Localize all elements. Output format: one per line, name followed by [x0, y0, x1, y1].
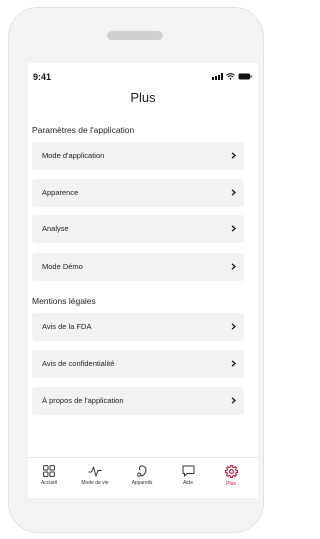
chevron-right-icon	[231, 152, 236, 159]
section-title-app-settings: Paramètres de l'application	[32, 125, 135, 135]
chat-bubble-icon	[182, 465, 195, 477]
menu-item-about-app[interactable]: À propos de l'application	[32, 387, 244, 415]
menu-item-analytics[interactable]: Analyse	[32, 215, 244, 243]
hearing-aid-icon	[136, 465, 148, 477]
menu-item-label: À propos de l'application	[42, 396, 124, 405]
section-title-legal: Mentions légales	[32, 296, 96, 306]
menu-item-privacy-notice[interactable]: Avis de confidentialité	[32, 350, 244, 378]
menu-item-label: Avis de la FDA	[42, 322, 92, 331]
status-icons	[212, 73, 252, 80]
menu-item-label: Analyse	[42, 224, 69, 233]
chevron-right-icon	[231, 323, 236, 330]
menu-item-label: Mode Démo	[42, 262, 83, 271]
menu-item-label: Avis de confidentialité	[42, 359, 115, 368]
tab-lifestyle[interactable]: Mode de vie	[75, 465, 115, 486]
wifi-icon	[226, 73, 235, 80]
menu-item-app-mode[interactable]: Mode d'application	[32, 142, 244, 170]
signal-icon	[212, 73, 223, 80]
chevron-right-icon	[231, 189, 236, 196]
battery-icon	[238, 73, 252, 80]
tab-devices[interactable]: Appareils	[122, 465, 162, 486]
chevron-right-icon	[231, 225, 236, 232]
tab-label: Plus	[226, 481, 236, 487]
activity-icon	[88, 465, 102, 477]
menu-item-fda-notice[interactable]: Avis de la FDA	[32, 313, 244, 341]
chevron-right-icon	[231, 360, 236, 367]
tab-label: Accueil	[40, 480, 58, 486]
tab-label: Mode de vie	[81, 480, 109, 486]
gear-icon	[224, 465, 238, 478]
status-bar: 9:41	[28, 63, 258, 83]
tab-home[interactable]: Accueil	[29, 465, 69, 486]
grid-icon	[43, 465, 55, 477]
tab-label: Aide	[182, 480, 193, 486]
tab-label: Appareils	[131, 480, 153, 486]
menu-item-label: Apparence	[42, 188, 79, 197]
menu-item-label: Mode d'application	[42, 151, 105, 160]
menu-item-appearance[interactable]: Apparence	[32, 179, 244, 207]
menu-item-demo-mode[interactable]: Mode Démo	[32, 253, 244, 281]
tab-help[interactable]: Aide	[168, 465, 208, 486]
tab-bar: Accueil Mode de vie Appareils Aide Plus	[28, 457, 258, 498]
phone-speaker	[107, 31, 163, 40]
page-title: Plus	[130, 90, 156, 105]
app-screen: 9:41 Plus Paramètres de l'application Mo…	[28, 63, 258, 498]
chevron-right-icon	[231, 397, 236, 404]
chevron-right-icon	[231, 263, 236, 270]
status-time: 9:41	[33, 72, 52, 82]
tab-more[interactable]: Plus	[211, 465, 251, 487]
